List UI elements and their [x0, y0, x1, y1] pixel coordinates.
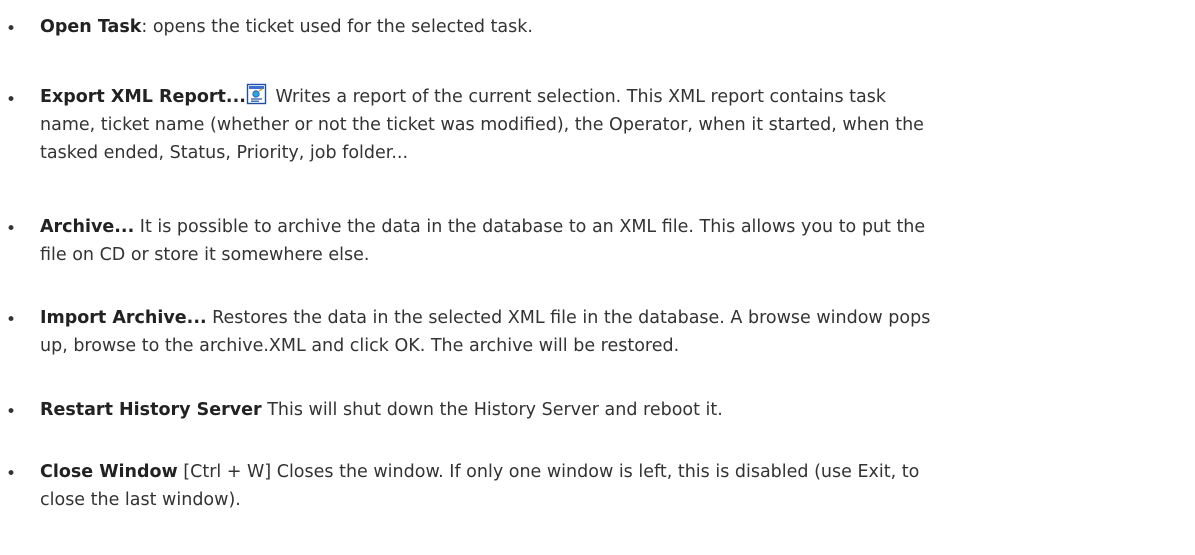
xml-report-icon	[246, 83, 268, 105]
bullet: •	[6, 219, 17, 239]
desc-import-archive-line-2: up, browse to the archive.XML and click …	[40, 336, 680, 356]
item-text: Close Window [Ctrl + W] Closes the windo…	[40, 458, 1190, 514]
bullet: •	[6, 464, 17, 484]
term-export-xml-report: Export XML Report...	[40, 87, 246, 107]
term-open-task: Open Task	[40, 17, 142, 37]
bullet-list: • Open Task: opens the ticket used for t…	[0, 0, 1195, 555]
term-import-archive: Import Archive...	[40, 308, 207, 328]
item-text: Restart History Server This will shut do…	[40, 396, 1190, 424]
bullet: •	[6, 310, 17, 330]
term-archive: Archive...	[40, 217, 135, 237]
item-text: Export XML Report... Writes a report of …	[40, 83, 1190, 167]
bullet: •	[6, 90, 17, 110]
desc-archive-line-1: It is possible to archive the data in th…	[134, 217, 926, 237]
desc-restart-history-server: This will shut down the History Server a…	[261, 400, 723, 420]
desc-export-xml-report-line-1: Writes a report of the current selection…	[269, 87, 887, 107]
desc-open-task: : opens the ticket used for the selected…	[141, 17, 533, 37]
item-text: Open Task: opens the ticket used for the…	[40, 13, 1190, 41]
bullet: •	[6, 402, 17, 422]
item-text: Import Archive... Restores the data in t…	[40, 304, 1190, 360]
term-close-window: Close Window	[40, 462, 178, 482]
desc-close-window-line-2: close the last window).	[40, 490, 241, 510]
desc-export-xml-report-line-3: tasked ended, Status, Priority, job fold…	[40, 143, 409, 163]
desc-close-window-line-1: [Ctrl + W] Closes the window. If only on…	[177, 462, 920, 482]
desc-export-xml-report-line-2: name, ticket name (whether or not the ti…	[40, 115, 924, 135]
bullet: •	[6, 19, 17, 39]
desc-archive-line-2: file on CD or store it somewhere else.	[40, 245, 370, 265]
item-text: Archive... It is possible to archive the…	[40, 213, 1190, 269]
term-restart-history-server: Restart History Server	[40, 400, 262, 420]
desc-import-archive-line-1: Restores the data in the selected XML fi…	[206, 308, 931, 328]
